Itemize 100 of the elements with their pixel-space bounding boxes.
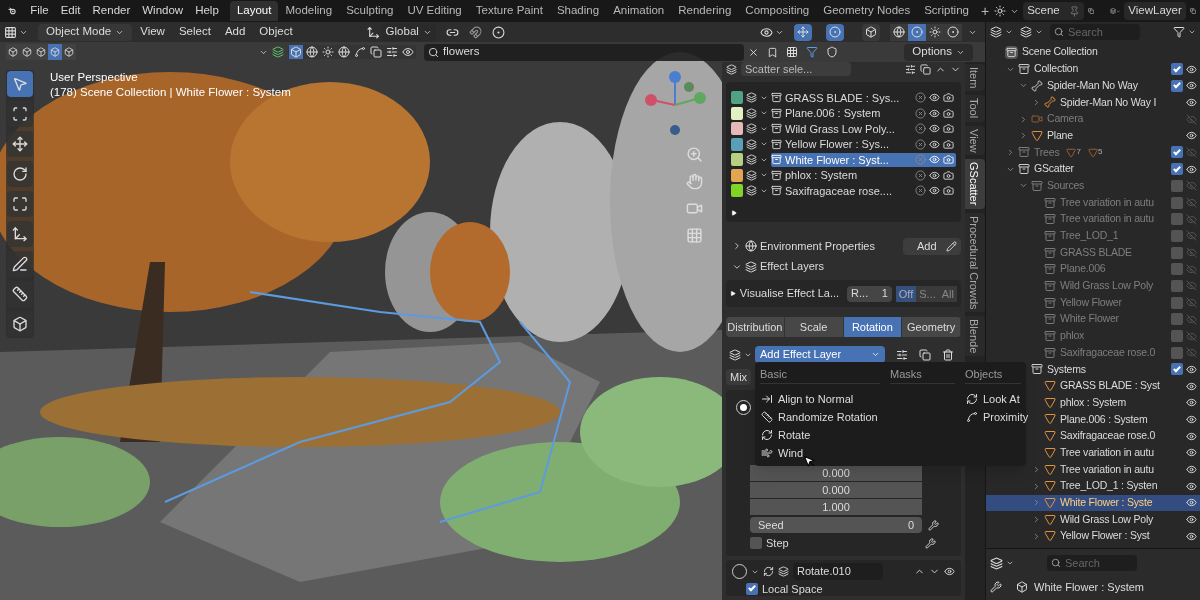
move-icon[interactable]: [7, 131, 33, 157]
menu-item[interactable]: Look At: [960, 390, 1026, 408]
outliner-item-label[interactable]: Camera: [1047, 111, 1084, 127]
clear-icon[interactable]: [915, 123, 926, 135]
scatter-icon[interactable]: [746, 169, 757, 181]
workspace-tab[interactable]: Layout: [229, 1, 279, 21]
object-type-filter-icon[interactable]: [385, 45, 399, 59]
menu-item[interactable]: Proximity: [960, 408, 1026, 426]
workspace-tab[interactable]: Geometry Nodes: [816, 1, 918, 21]
object-type-filter-icon[interactable]: [401, 45, 415, 59]
perspective-toggle-icon[interactable]: [686, 227, 703, 244]
filter-type-icon[interactable]: [272, 46, 284, 58]
sidebar-tab[interactable]: View: [965, 125, 985, 156]
select-mode-button[interactable]: [34, 44, 48, 60]
outliner-item-label[interactable]: GRASS BLADE: [1060, 244, 1132, 261]
workspace-tab[interactable]: Compositing: [738, 1, 817, 21]
effect-tab[interactable]: Rotation: [843, 317, 903, 337]
outliner-item-label[interactable]: phlox : System: [1060, 394, 1127, 411]
sidebar-tab[interactable]: Procedural Crowds: [965, 212, 985, 313]
outliner-item-label[interactable]: Saxifragaceae rose.0: [1060, 428, 1156, 445]
shading-button[interactable]: [944, 23, 962, 41]
exclude-checkbox[interactable]: [1170, 313, 1183, 326]
outliner-item-label[interactable]: Tree variation in autu: [1060, 194, 1154, 211]
scatter-list-item[interactable]: GRASS BLADE : Sys...: [771, 90, 956, 105]
pin-icon[interactable]: [1069, 5, 1081, 17]
outliner-item-label[interactable]: Saxifragaceae rose.0: [1060, 344, 1156, 361]
expand-icon[interactable]: [730, 290, 736, 297]
rotate-icon[interactable]: [763, 566, 774, 577]
eye-icon[interactable]: [1186, 530, 1197, 542]
menu-item[interactable]: File: [24, 2, 55, 20]
eye-icon[interactable]: [1186, 430, 1197, 442]
tool-icon[interactable]: [990, 581, 1002, 593]
outliner-item-label[interactable]: Spider-Man No Way: [1047, 77, 1138, 94]
menu-item[interactable]: Align to Normal: [755, 390, 885, 408]
effect-tab[interactable]: Scale: [784, 317, 844, 337]
workspace-tab[interactable]: Scripting: [917, 1, 976, 21]
outliner-item-label[interactable]: Systems: [1047, 361, 1086, 378]
workspace-tab[interactable]: Sculpting: [339, 1, 401, 21]
eye-icon[interactable]: [1186, 447, 1197, 459]
camera-icon[interactable]: [943, 185, 954, 197]
outliner-item-label[interactable]: Wild Grass Low Poly: [1060, 511, 1154, 528]
scatter-icon[interactable]: [746, 92, 757, 104]
outliner-item-label[interactable]: phlox: [1060, 328, 1085, 344]
sort-icon[interactable]: [905, 63, 916, 75]
eye-icon[interactable]: [1186, 397, 1197, 409]
outliner-item-label[interactable]: GRASS BLADE : Syst: [1060, 378, 1160, 394]
outliner-item-label[interactable]: Spider-Man No Way I: [1060, 94, 1157, 111]
eye-icon[interactable]: [929, 169, 940, 181]
select-box-icon[interactable]: [7, 71, 33, 97]
sidebar-tab[interactable]: Item: [965, 64, 985, 92]
exclude-checkbox[interactable]: [1170, 330, 1183, 343]
sidebar-tab[interactable]: GScatter: [965, 159, 985, 209]
panel-header[interactable]: Environment Properties: [732, 237, 875, 255]
scatter-list-item[interactable]: Saxifragaceae rose....: [771, 183, 956, 198]
exclude-checkbox[interactable]: [1170, 163, 1183, 176]
bookmark-icon[interactable]: [767, 46, 778, 58]
transform-orientation-icon[interactable]: [366, 25, 380, 39]
eye-icon[interactable]: [1186, 63, 1197, 75]
layer-name-field[interactable]: Rotate.010: [793, 563, 883, 580]
scatter-icon[interactable]: [726, 63, 737, 75]
camera-icon[interactable]: [943, 169, 954, 181]
object-type-filter-icon[interactable]: [305, 45, 319, 59]
menu-item[interactable]: Render: [86, 2, 137, 20]
caret-icon[interactable]: [1035, 28, 1043, 36]
workspace-tab[interactable]: Texture Paint: [468, 1, 550, 21]
outliner-item-label[interactable]: Tree variation in autu: [1060, 461, 1154, 478]
view-layer-icon[interactable]: [1109, 5, 1116, 17]
exclude-checkbox[interactable]: [1170, 63, 1183, 76]
eye-icon[interactable]: [1186, 413, 1197, 425]
shading-button[interactable]: [926, 23, 944, 41]
outliner-item-label[interactable]: Plane.006: [1060, 261, 1106, 278]
duplicate-icon[interactable]: [920, 63, 931, 75]
seed-field[interactable]: Seed 0: [750, 517, 922, 533]
gizmo-toggle[interactable]: [794, 23, 812, 41]
step-checkbox[interactable]: [750, 537, 762, 550]
clear-icon[interactable]: [915, 169, 926, 181]
scatter-icon[interactable]: [746, 154, 757, 166]
xray-toggle[interactable]: [862, 23, 880, 41]
scatter-list-item[interactable]: White Flower : Syst...: [771, 152, 956, 167]
exclude-checkbox[interactable]: [1170, 279, 1183, 292]
workspace-tab[interactable]: UV Editing: [400, 1, 469, 21]
outliner-item-label[interactable]: Sources: [1047, 177, 1085, 194]
menu-item[interactable]: Add: [218, 23, 252, 41]
scene-field[interactable]: Scene: [1023, 2, 1085, 20]
shading-button[interactable]: [908, 23, 926, 41]
select-mode-button[interactable]: [62, 44, 76, 60]
panel-header[interactable]: Effect Layers: [732, 258, 824, 275]
eye-icon[interactable]: [1186, 80, 1197, 92]
rotate-icon[interactable]: [7, 161, 33, 187]
wrench-icon[interactable]: [928, 519, 939, 531]
scatter-list-item[interactable]: Yellow Flower : Sys...: [771, 137, 956, 152]
display-mode-icon[interactable]: [990, 26, 1002, 38]
object-type-filter-icon[interactable]: [353, 45, 367, 59]
shield-icon[interactable]: [826, 46, 838, 58]
number-field[interactable]: R... 1: [847, 285, 892, 302]
exclude-checkbox[interactable]: [1170, 229, 1183, 242]
visibility-icon[interactable]: [760, 25, 773, 39]
view-layer-field[interactable]: ViewLayer: [1124, 2, 1186, 20]
exclude-checkbox[interactable]: [1170, 79, 1183, 92]
outliner-item-label[interactable]: Trees: [1034, 144, 1060, 161]
